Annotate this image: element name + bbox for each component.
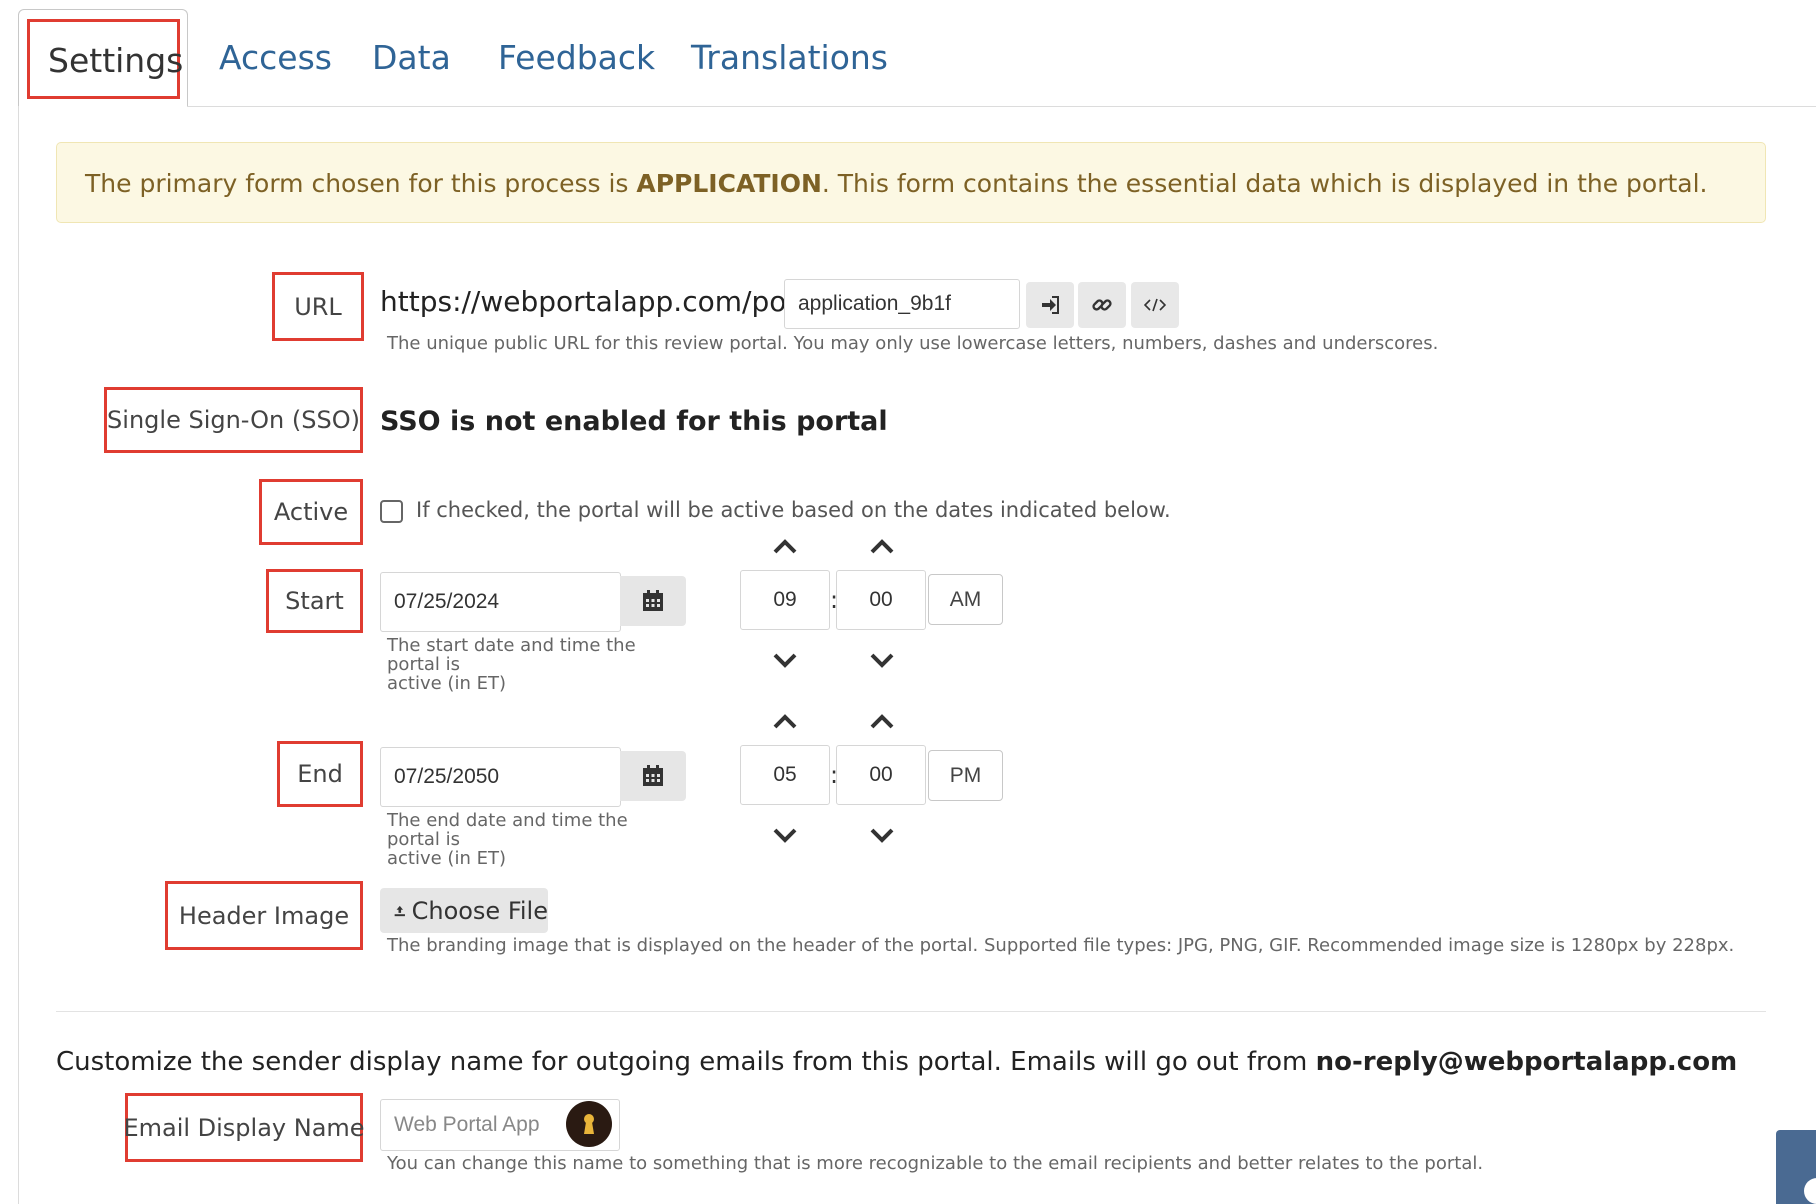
start-date-input[interactable]: 07/25/2024 bbox=[380, 572, 621, 632]
end-help: The end date and time the portal is acti… bbox=[387, 811, 677, 868]
open-portal-button[interactable] bbox=[1026, 282, 1074, 328]
notice-suffix: . This form contains the essential data … bbox=[821, 169, 1708, 198]
start-minute-input[interactable]: 00 bbox=[836, 570, 926, 630]
end-hour-down-icon[interactable] bbox=[770, 825, 800, 845]
email-intro-text: Customize the sender display name for ou… bbox=[56, 1047, 1316, 1077]
settings-panel bbox=[18, 106, 1798, 1204]
url-slug-input[interactable]: application_9b1f bbox=[784, 279, 1020, 329]
calendar-icon bbox=[643, 590, 663, 611]
section-divider bbox=[56, 1011, 1766, 1012]
end-minute-down-icon[interactable] bbox=[867, 825, 897, 845]
tab-settings-label: Settings bbox=[48, 41, 184, 80]
primary-form-notice: The primary form chosen for this process… bbox=[56, 142, 1766, 223]
end-calendar-button[interactable] bbox=[620, 751, 686, 801]
embed-code-button[interactable] bbox=[1131, 282, 1179, 328]
email-sender-address: no-reply@webportalapp.com bbox=[1315, 1047, 1738, 1077]
start-label: Start bbox=[266, 569, 363, 633]
end-ampm-button[interactable]: PM bbox=[928, 750, 1003, 801]
tab-data[interactable]: Data bbox=[372, 38, 451, 77]
end-hour-input[interactable]: 05 bbox=[740, 745, 830, 805]
email-display-name-help: You can change this name to something th… bbox=[387, 1153, 1484, 1174]
header-image-label: Header Image bbox=[165, 881, 363, 950]
start-hour-input[interactable]: 09 bbox=[740, 570, 830, 630]
sso-label: Single Sign-On (SSO) bbox=[104, 387, 363, 453]
keyhole-icon bbox=[584, 1114, 594, 1134]
end-help-line1: The end date and time the portal is bbox=[387, 810, 628, 850]
start-help: The start date and time the portal is ac… bbox=[387, 636, 677, 693]
tab-translations[interactable]: Translations bbox=[691, 38, 888, 77]
start-hour-up-icon[interactable] bbox=[770, 537, 800, 557]
start-help-line2: active (in ET) bbox=[387, 673, 506, 694]
link-icon bbox=[1092, 299, 1112, 311]
end-hour-up-icon[interactable] bbox=[770, 712, 800, 732]
start-minute-down-icon[interactable] bbox=[867, 650, 897, 670]
choose-file-label: Choose File bbox=[411, 896, 548, 925]
sign-in-icon bbox=[1042, 296, 1059, 314]
help-widget-tab[interactable] bbox=[1776, 1130, 1816, 1204]
choose-file-button[interactable]: Choose File bbox=[380, 888, 548, 933]
start-ampm-button[interactable]: AM bbox=[928, 574, 1003, 625]
calendar-icon bbox=[643, 765, 663, 786]
end-help-line2: active (in ET) bbox=[387, 848, 506, 869]
start-hour-down-icon[interactable] bbox=[770, 650, 800, 670]
notice-prefix: The primary form chosen for this process… bbox=[85, 169, 637, 198]
tab-feedback[interactable]: Feedback bbox=[498, 38, 655, 77]
header-image-help: The branding image that is displayed on … bbox=[387, 935, 1735, 956]
active-checkbox[interactable] bbox=[380, 500, 403, 523]
end-minute-input[interactable]: 00 bbox=[836, 745, 926, 805]
end-minute-up-icon[interactable] bbox=[867, 712, 897, 732]
url-label: URL bbox=[272, 272, 364, 341]
active-label: Active bbox=[259, 479, 363, 545]
copy-link-button[interactable] bbox=[1078, 282, 1126, 328]
url-help: The unique public URL for this review po… bbox=[387, 333, 1439, 354]
email-display-name-label: Email Display Name bbox=[123, 1093, 365, 1162]
notice-form-name: APPLICATION bbox=[636, 169, 822, 198]
end-label: End bbox=[277, 741, 363, 807]
tab-access[interactable]: Access bbox=[219, 38, 332, 77]
start-calendar-button[interactable] bbox=[620, 576, 686, 626]
email-intro: Customize the sender display name for ou… bbox=[56, 1047, 1737, 1077]
start-help-line1: The start date and time the portal is bbox=[387, 635, 636, 675]
active-help: If checked, the portal will be active ba… bbox=[416, 498, 1171, 522]
sso-status: SSO is not enabled for this portal bbox=[380, 406, 888, 437]
end-date-input[interactable]: 07/25/2050 bbox=[380, 747, 621, 807]
tab-bar: Settings Access Data Feedback Translatio… bbox=[0, 0, 1816, 107]
url-prefix: https://webportalapp.com/portal/ bbox=[380, 285, 844, 318]
code-icon bbox=[1144, 298, 1166, 312]
upload-icon bbox=[394, 905, 405, 916]
start-minute-up-icon[interactable] bbox=[867, 537, 897, 557]
password-manager-icon[interactable] bbox=[566, 1101, 612, 1147]
help-widget-icon bbox=[1804, 1178, 1816, 1204]
tab-settings[interactable]: Settings bbox=[18, 9, 188, 107]
